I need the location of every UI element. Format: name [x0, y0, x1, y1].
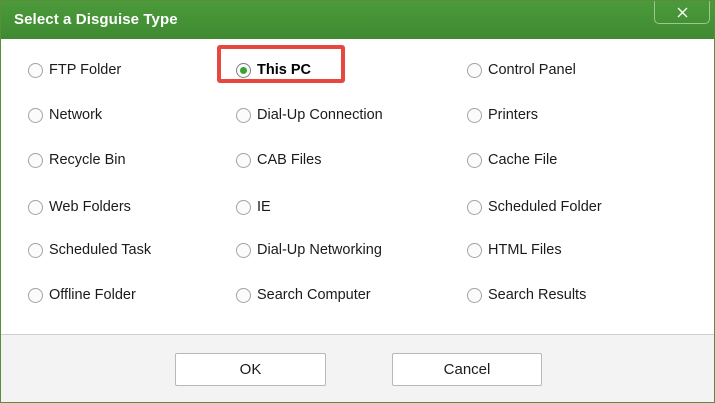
radio-option-scheduled-task[interactable]: Scheduled Task	[28, 240, 151, 260]
radio-button-ftp-folder[interactable]	[28, 62, 43, 78]
dialog-title: Select a Disguise Type	[14, 11, 178, 28]
radio-option-ie[interactable]: IE	[236, 197, 271, 217]
radio-button-ie[interactable]	[236, 199, 251, 215]
radio-label-cab-files: CAB Files	[257, 152, 322, 168]
radio-label-scheduled-task: Scheduled Task	[49, 242, 152, 258]
radio-label-search-results: Search Results	[488, 287, 587, 303]
radio-option-web-folders[interactable]: Web Folders	[28, 197, 131, 217]
radio-label-dial-up-connection: Dial-Up Connection	[257, 107, 383, 123]
radio-option-scheduled-folder[interactable]: Scheduled Folder	[467, 197, 602, 217]
radio-button-offline-folder[interactable]	[28, 287, 43, 303]
radio-button-search-results[interactable]	[467, 287, 482, 303]
radio-option-this-pc[interactable]: This PC	[236, 60, 311, 80]
radio-button-this-pc[interactable]	[236, 62, 251, 78]
radio-label-recycle-bin: Recycle Bin	[49, 152, 126, 168]
radio-label-this-pc: This PC	[257, 62, 311, 78]
dialog-footer	[1, 335, 714, 402]
radio-label-ie: IE	[257, 199, 271, 215]
radio-label-control-panel: Control Panel	[488, 62, 576, 78]
radio-button-cab-files[interactable]	[236, 152, 251, 168]
radio-option-cab-files[interactable]: CAB Files	[236, 150, 321, 170]
radio-option-ftp-folder[interactable]: FTP Folder	[28, 60, 121, 80]
radio-label-dial-up-networking: Dial-Up Networking	[257, 242, 382, 258]
close-icon	[677, 7, 687, 17]
radio-button-dial-up-connection[interactable]	[236, 107, 251, 123]
radio-option-offline-folder[interactable]: Offline Folder	[28, 285, 136, 305]
ok-button[interactable]: OK	[175, 353, 326, 386]
radio-option-dial-up-connection[interactable]: Dial-Up Connection	[236, 105, 383, 125]
radio-label-web-folders: Web Folders	[49, 199, 131, 215]
radio-label-cache-file: Cache File	[488, 152, 558, 168]
radio-selected-dot	[240, 66, 247, 74]
radio-label-html-files: HTML Files	[488, 242, 562, 258]
radio-option-recycle-bin[interactable]: Recycle Bin	[28, 150, 126, 170]
radio-label-ftp-folder: FTP Folder	[49, 62, 122, 78]
radio-button-cache-file[interactable]	[467, 152, 482, 168]
radio-option-network[interactable]: Network	[28, 105, 102, 125]
radio-button-recycle-bin[interactable]	[28, 152, 43, 168]
radio-option-dial-up-networking[interactable]: Dial-Up Networking	[236, 240, 382, 260]
radio-label-search-computer: Search Computer	[257, 287, 371, 303]
cancel-button[interactable]: Cancel	[392, 353, 542, 386]
radio-option-search-results[interactable]: Search Results	[467, 285, 586, 305]
radio-button-web-folders[interactable]	[28, 199, 43, 215]
radio-button-scheduled-folder[interactable]	[467, 199, 482, 215]
radio-label-network: Network	[49, 107, 103, 123]
radio-button-scheduled-task[interactable]	[28, 242, 43, 258]
radio-option-control-panel[interactable]: Control Panel	[467, 60, 576, 80]
radio-option-printers[interactable]: Printers	[467, 105, 538, 125]
close-button[interactable]	[654, 1, 710, 24]
disguise-type-dialog: Select a Disguise Type FTP Folder This PC…	[0, 0, 715, 403]
radio-option-search-computer[interactable]: Search Computer	[236, 285, 371, 305]
radio-button-html-files[interactable]	[467, 242, 482, 258]
radio-label-offline-folder: Offline Folder	[49, 287, 136, 303]
radio-label-scheduled-folder: Scheduled Folder	[488, 199, 602, 215]
title-bar: Select a Disguise Type	[1, 1, 714, 39]
radio-button-search-computer[interactable]	[236, 287, 251, 303]
radio-button-dial-up-networking[interactable]	[236, 242, 251, 258]
radio-option-html-files[interactable]: HTML Files	[467, 240, 562, 260]
radio-label-printers: Printers	[488, 107, 538, 123]
radio-button-control-panel[interactable]	[467, 62, 482, 78]
radio-button-network[interactable]	[28, 107, 43, 123]
radio-option-cache-file[interactable]: Cache File	[467, 150, 557, 170]
radio-button-printers[interactable]	[467, 107, 482, 123]
